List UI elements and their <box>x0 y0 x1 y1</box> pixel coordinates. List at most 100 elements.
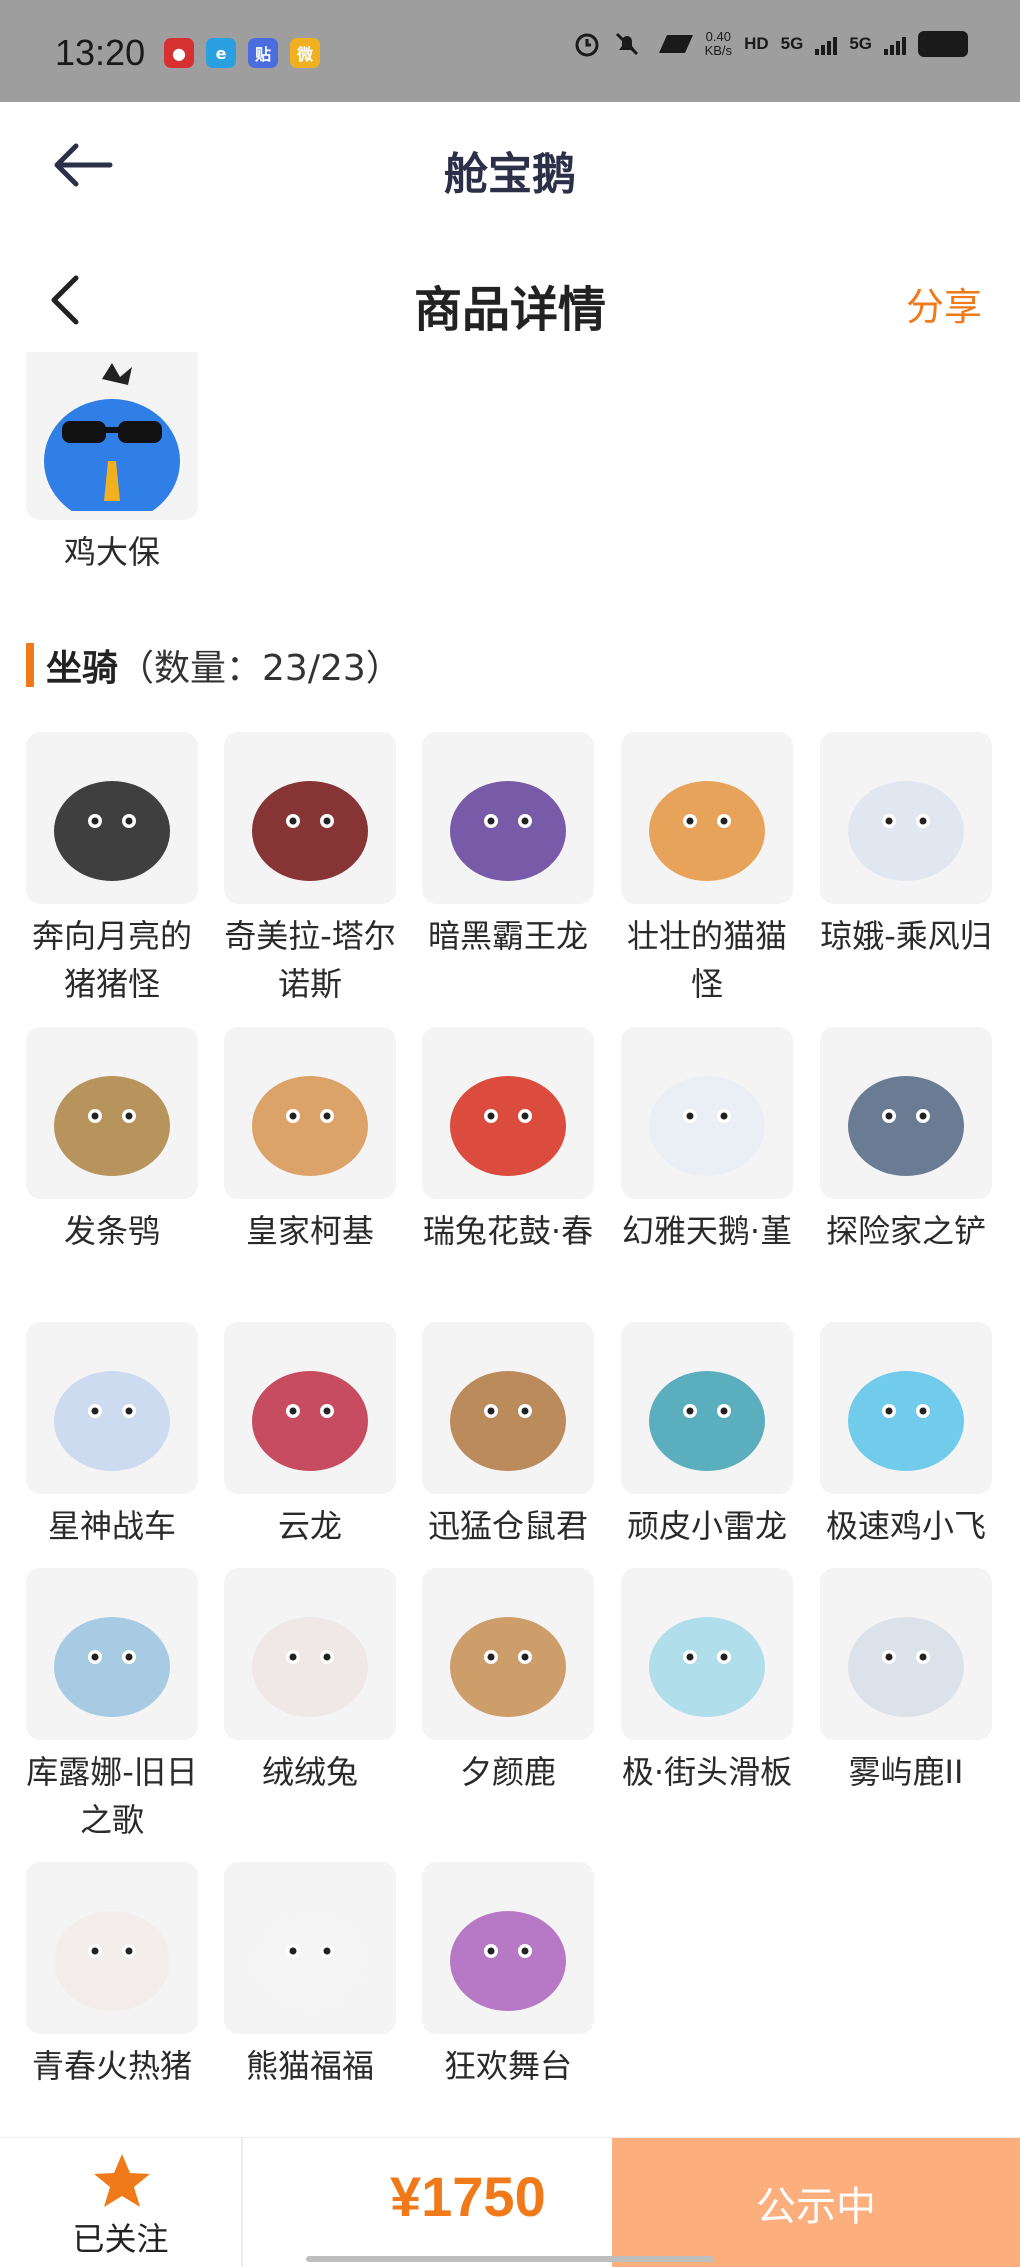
mount-image-icon <box>252 1911 368 2011</box>
app-title: 舱宝鹅 <box>444 149 576 200</box>
mount-item[interactable]: 幻雅天鹅·堇 <box>621 1027 793 1255</box>
mount-item[interactable]: 青春火热猪 <box>26 1862 198 2090</box>
mount-image-icon <box>450 781 566 881</box>
mount-image-icon <box>848 1371 964 1471</box>
publicity-status-button[interactable]: 公示中 <box>612 2138 1020 2267</box>
mount-item[interactable]: 极·街头滑板 <box>621 1568 793 1796</box>
mount-label: 熊猫福福 <box>245 2047 374 2085</box>
network-type-2: 5G <box>849 34 872 53</box>
mount-item[interactable]: 极速鸡小飞 <box>820 1322 992 1550</box>
mount-item[interactable]: 奔向月亮的猪猪怪 <box>26 732 198 1008</box>
mount-thumb <box>26 1862 198 2034</box>
mount-thumb <box>820 732 992 904</box>
mount-label: 暗黑霸王龙 <box>427 917 588 955</box>
network-type-1: 5G <box>780 34 804 53</box>
mount-label: 青春火热猪 <box>31 2047 192 2085</box>
status-time: 13:20 <box>55 32 146 73</box>
mount-thumb <box>621 1027 793 1199</box>
mount-item[interactable]: 暗黑霸王龙 <box>422 732 594 960</box>
share-button[interactable]: 分享 <box>906 276 982 331</box>
status-bar: 13:20 ● e 贴 微 0.40 KB/s HD 5G 5G <box>0 0 1020 102</box>
price: ¥1750 <box>390 2165 546 2228</box>
mount-item[interactable]: 云龙 <box>224 1322 396 1550</box>
mount-label: 琼娥-乘风归 <box>820 917 992 955</box>
mount-thumb <box>224 1027 396 1199</box>
pet-item[interactable]: 鸡大保 <box>26 352 198 576</box>
mount-item[interactable]: 琼娥-乘风归 <box>820 732 992 960</box>
mount-image-icon <box>450 1371 566 1471</box>
mount-label: 库露娜-旧日之歌 <box>26 1753 198 1839</box>
follow-label: 已关注 <box>72 2220 169 2258</box>
mount-thumb <box>422 1027 594 1199</box>
mount-item[interactable]: 狂欢舞台 <box>422 1862 594 2090</box>
mount-thumb <box>224 1862 396 2034</box>
mount-label: 顽皮小雷龙 <box>626 1507 787 1545</box>
mount-thumb <box>224 1322 396 1494</box>
mount-thumb <box>820 1568 992 1740</box>
star-icon <box>94 2154 150 2207</box>
mount-item[interactable]: 绒绒兔 <box>224 1568 396 1796</box>
signal-hd-icon <box>658 35 693 53</box>
mount-item[interactable]: 奇美拉-塔尔诺斯 <box>224 732 396 1008</box>
mount-thumb <box>224 1568 396 1740</box>
mount-label: 星神战车 <box>47 1507 176 1545</box>
mount-image-icon <box>54 1076 170 1176</box>
mount-item[interactable]: 熊猫福福 <box>224 1862 396 2090</box>
mount-label: 极速鸡小飞 <box>825 1507 986 1545</box>
mount-label: 发条鸮 <box>63 1212 160 1250</box>
status-indicators: 0.40 KB/s HD 5G 5G <box>573 30 968 58</box>
mount-thumb <box>621 1568 793 1740</box>
mount-label: 瑞兔花鼓·春 <box>422 1212 594 1250</box>
mount-image-icon <box>649 1371 765 1471</box>
mute-bell-icon <box>615 32 638 56</box>
mount-item[interactable]: 库露娜-旧日之歌 <box>26 1568 198 1844</box>
mount-label: 云龙 <box>277 1507 342 1545</box>
status-app-icons: ● e 贴 微 <box>164 38 320 68</box>
follow-button[interactable]: 已关注 <box>0 2138 243 2267</box>
mount-thumb <box>26 732 198 904</box>
weibo-icon: 微 <box>290 38 320 68</box>
mount-label: 夕颜鹿 <box>459 1753 556 1791</box>
mount-label: 狂欢舞台 <box>443 2047 572 2085</box>
mount-image-icon <box>54 1617 170 1717</box>
mount-item[interactable]: 迅猛仓鼠君 <box>422 1322 594 1550</box>
mount-label: 皇家柯基 <box>245 1212 374 1250</box>
mount-item[interactable]: 星神战车 <box>26 1322 198 1550</box>
blue-bird-icon <box>44 363 180 511</box>
bottom-bar: 已关注 ¥1750 公示中 <box>0 2137 1020 2267</box>
mount-item[interactable]: 探险家之铲 <box>820 1027 992 1255</box>
mount-item[interactable]: 顽皮小雷龙 <box>621 1322 793 1550</box>
mount-thumb <box>422 1568 594 1740</box>
pet-thumb <box>26 352 198 520</box>
mount-label: 绒绒兔 <box>261 1753 358 1791</box>
mount-image-icon <box>252 1076 368 1176</box>
mount-item[interactable]: 壮壮的猫猫怪 <box>621 732 793 1008</box>
mount-label: 极·街头滑板 <box>621 1753 793 1791</box>
mount-label: 奇美拉-塔尔诺斯 <box>224 917 396 1003</box>
mount-image-icon <box>649 1076 765 1176</box>
mount-image-icon <box>848 781 964 881</box>
mount-image-icon <box>649 781 765 881</box>
mount-item[interactable]: 瑞兔花鼓·春 <box>422 1027 594 1255</box>
home-indicator <box>306 2256 714 2262</box>
mount-thumb <box>621 1322 793 1494</box>
mount-thumb <box>820 1322 992 1494</box>
signal-bars-icon-2 <box>884 33 906 55</box>
mount-thumb <box>621 732 793 904</box>
netease-music-icon: ● <box>164 38 194 68</box>
mount-thumb <box>820 1027 992 1199</box>
mount-thumb <box>26 1322 198 1494</box>
mount-item[interactable]: 皇家柯基 <box>224 1027 396 1255</box>
mount-thumb <box>224 732 396 904</box>
page-title: 商品详情 <box>413 282 606 338</box>
network-speed-unit: KB/s <box>704 43 733 58</box>
mount-thumb <box>26 1027 198 1199</box>
hd-badge: HD <box>744 34 769 53</box>
battery-icon <box>918 31 968 57</box>
app-bar: 舱宝鹅 <box>0 102 1020 230</box>
mount-item[interactable]: 发条鸮 <box>26 1027 198 1255</box>
mount-item[interactable]: 雾屿鹿II <box>820 1568 992 1796</box>
alarm-icon <box>575 33 599 57</box>
mount-image-icon <box>450 1076 566 1176</box>
mount-item[interactable]: 夕颜鹿 <box>422 1568 594 1796</box>
